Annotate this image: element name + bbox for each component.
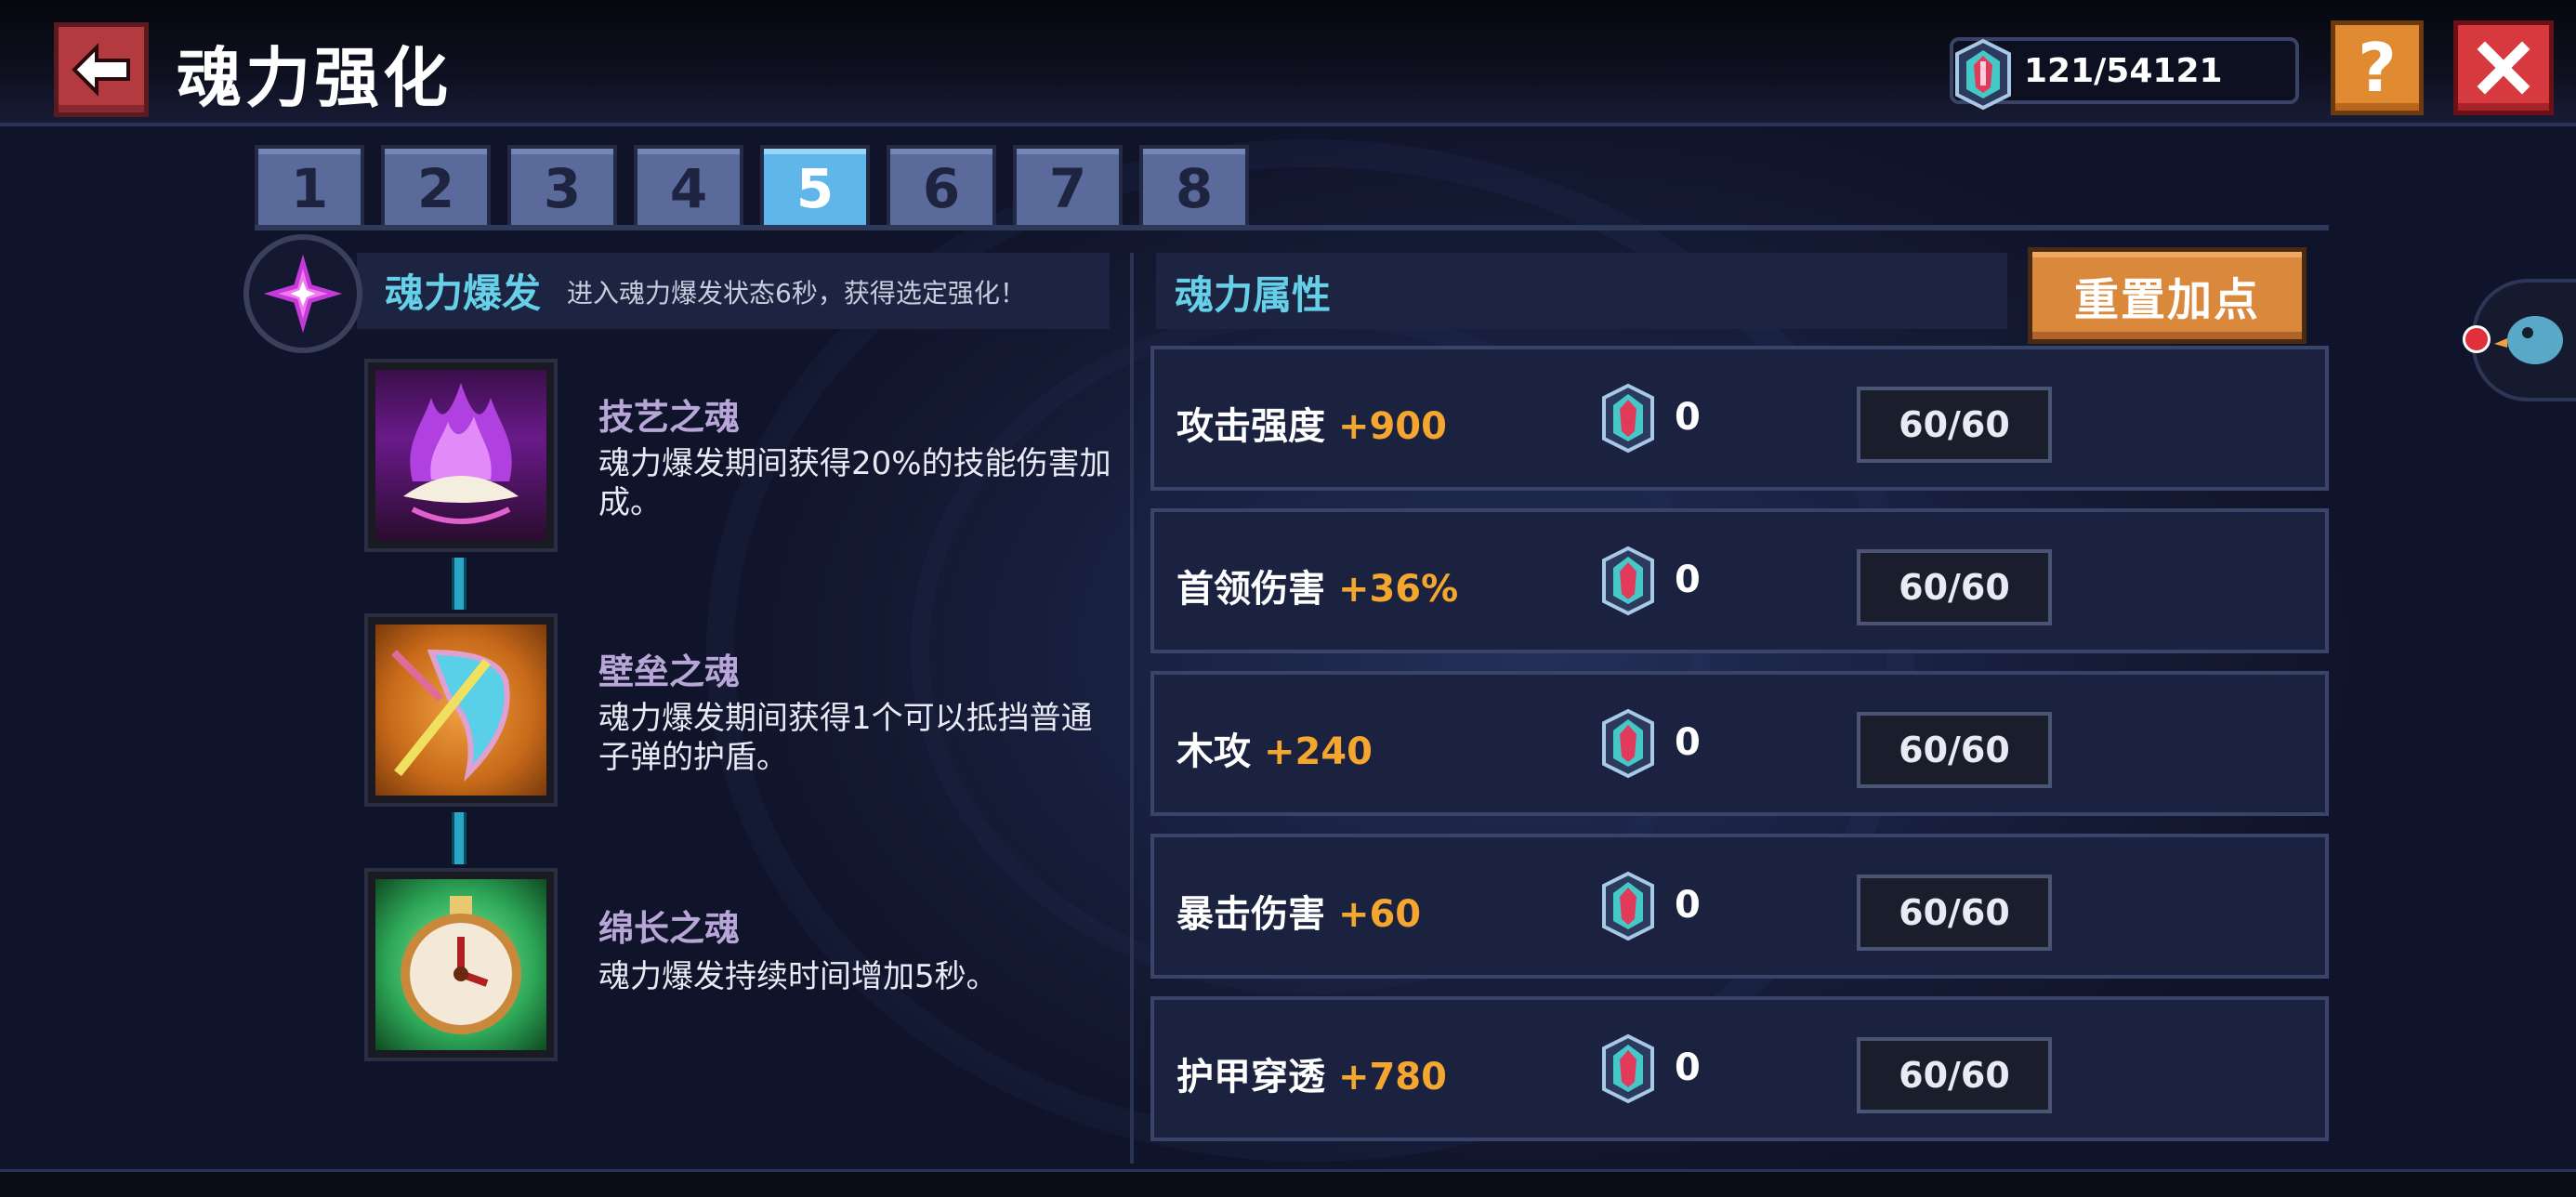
skill-connector <box>452 812 467 864</box>
tabs-divider <box>255 225 2329 230</box>
skill-icon-bulwark[interactable] <box>368 617 554 803</box>
attribute-bonus: +780 <box>1337 1056 1447 1098</box>
tab-4[interactable]: 4 <box>634 145 743 229</box>
skill-description: 魂力爆发期间获得1个可以抵挡普通子弹的护盾。 <box>598 700 1093 776</box>
soul-gem-icon <box>1602 1033 1654 1104</box>
attribute-label: 首领伤害 +36% <box>1176 568 1459 611</box>
back-button[interactable] <box>54 22 149 117</box>
skill-name: 壁垒之魂 <box>598 651 741 692</box>
attribute-level: 60/60 <box>1857 875 2052 951</box>
attribute-point-count: 0 <box>1675 721 1701 764</box>
footer-bar <box>0 1169 2576 1197</box>
attribute-level: 60/60 <box>1857 549 2052 625</box>
soul-gem-icon <box>1602 871 1654 941</box>
attribute-point-count: 0 <box>1675 1046 1701 1089</box>
soul-gem-icon <box>1602 383 1654 454</box>
skill-connector <box>452 558 467 610</box>
currency-value: 121/54121 <box>2024 52 2223 90</box>
soul-gem-icon <box>1955 38 2011 111</box>
soul-burst-icon <box>243 234 362 353</box>
purple-flame-icon <box>403 383 519 524</box>
skill-icon-endurance[interactable] <box>368 872 554 1058</box>
soul-attributes-title: 魂力属性 <box>1175 272 1332 318</box>
attribute-level: 60/60 <box>1857 712 2052 788</box>
soul-burst-description: 进入魂力爆发状态6秒，获得选定强化！ <box>567 278 1026 309</box>
page-title: 魂力强化 <box>177 40 452 116</box>
attribute-bonus: +36% <box>1337 568 1459 611</box>
level-tabs: 1 2 3 4 5 6 7 8 <box>255 145 1249 229</box>
attribute-label: 暴击伤害 +60 <box>1176 893 1422 936</box>
attribute-row: 木攻 +240 0 60/60 <box>1150 671 2329 816</box>
attribute-level: 60/60 <box>1857 387 2052 463</box>
shield-icon <box>391 649 510 783</box>
soul-currency-display: 121/54121 <box>1950 37 2299 111</box>
tab-6[interactable]: 6 <box>887 145 996 229</box>
soul-gem-icon <box>1602 708 1654 779</box>
attribute-label: 护甲穿透 +780 <box>1176 1056 1447 1098</box>
attribute-row: 首领伤害 +36% 0 60/60 <box>1150 508 2329 653</box>
notification-dot <box>2463 325 2491 353</box>
attribute-row: 暴击伤害 +60 0 60/60 <box>1150 834 2329 979</box>
skill-icon-craft[interactable] <box>368 362 554 548</box>
attribute-point-count: 0 <box>1675 884 1701 927</box>
skill-description: 魂力爆发持续时间增加5秒。 <box>598 958 998 995</box>
section-divider <box>1130 253 1134 1164</box>
attribute-bonus: +60 <box>1337 893 1422 936</box>
tab-2[interactable]: 2 <box>381 145 491 229</box>
question-mark-icon: ? <box>2358 29 2397 107</box>
attribute-label: 木攻 +240 <box>1176 730 1373 773</box>
soul-gem-icon <box>1602 546 1654 616</box>
attribute-bonus: +900 <box>1337 405 1447 448</box>
tab-7[interactable]: 7 <box>1013 145 1123 229</box>
tab-8[interactable]: 8 <box>1139 145 1249 229</box>
attribute-point-count: 0 <box>1675 559 1701 601</box>
attribute-label: 攻击强度 +900 <box>1176 405 1447 448</box>
tab-3[interactable]: 3 <box>507 145 617 229</box>
attribute-level: 60/60 <box>1857 1037 2052 1113</box>
attribute-point-count: 0 <box>1675 396 1701 439</box>
arrow-left-icon <box>72 43 130 97</box>
soul-burst-name: 魂力爆发 <box>385 270 542 316</box>
close-icon <box>2477 41 2530 95</box>
attribute-bonus: +240 <box>1263 730 1373 773</box>
close-button[interactable] <box>2453 20 2554 115</box>
soul-crystal-icon <box>263 254 343 334</box>
stopwatch-icon <box>401 896 521 1034</box>
skill-description: 魂力爆发期间获得20%的技能伤害加成。 <box>598 445 1111 521</box>
tab-5[interactable]: 5 <box>760 145 870 229</box>
reset-points-button[interactable]: 重置加点 <box>2028 247 2307 344</box>
tab-1[interactable]: 1 <box>255 145 364 229</box>
skill-name: 技艺之魂 <box>598 397 741 438</box>
attribute-row: 攻击强度 +900 0 60/60 <box>1150 346 2329 491</box>
skill-name: 绵长之魂 <box>598 908 741 949</box>
help-button[interactable]: ? <box>2331 20 2424 115</box>
attribute-row: 护甲穿透 +780 0 60/60 <box>1150 996 2329 1141</box>
